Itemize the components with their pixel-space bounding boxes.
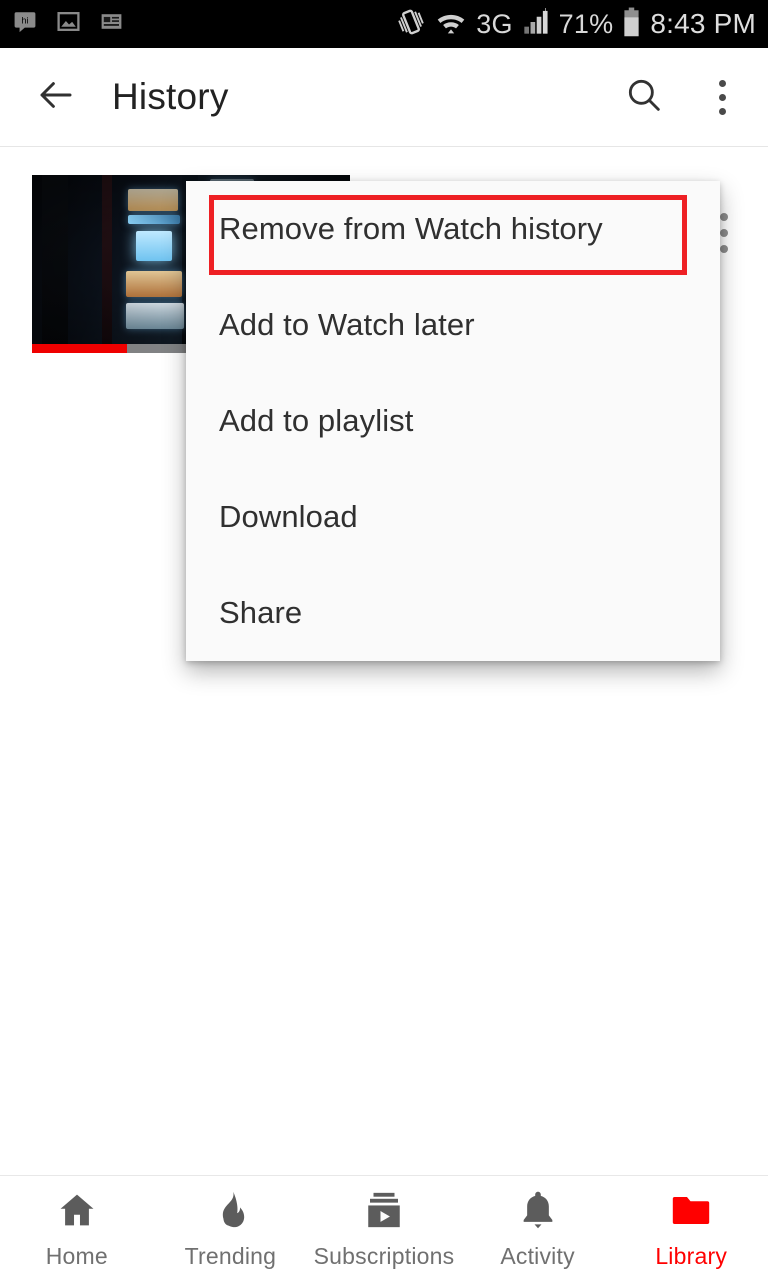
page-title: History: [112, 76, 229, 117]
search-button[interactable]: [614, 67, 674, 127]
more-vertical-icon: [720, 213, 728, 221]
hike-messenger-icon: hi: [12, 9, 38, 40]
network-type-label: 3G: [476, 8, 513, 39]
image-icon: [56, 9, 81, 39]
more-vertical-icon-dot: [720, 229, 728, 237]
app-bar: History: [0, 48, 768, 146]
more-vertical-icon-dot: [718, 107, 726, 115]
nav-label-trending: Trending: [184, 1243, 277, 1269]
status-bar: hi 3G 1 71% 8:43 PM: [0, 0, 768, 48]
overflow-menu-button[interactable]: [700, 67, 744, 127]
svg-text:hi: hi: [21, 15, 28, 25]
nav-label-home: Home: [45, 1243, 108, 1269]
status-bar-notifications: hi: [12, 9, 124, 40]
menu-item-download[interactable]: Download: [186, 469, 720, 565]
nav-item-home[interactable]: Home: [0, 1176, 154, 1280]
bell-icon: [517, 1187, 559, 1233]
context-menu-popup: Remove from Watch history Add to Watch l…: [186, 181, 720, 661]
folder-icon: [670, 1187, 712, 1233]
battery-icon: [622, 7, 641, 42]
svg-text:1: 1: [543, 8, 547, 14]
status-bar-system: 3G 1 71% 8:43 PM: [396, 6, 756, 42]
nav-label-subscriptions: Subscriptions: [313, 1243, 455, 1269]
more-vertical-icon: [718, 79, 726, 87]
menu-item-share[interactable]: Share: [186, 565, 720, 661]
app-bar-divider: [0, 146, 768, 147]
clock-label: 8:43 PM: [650, 8, 756, 39]
battery-percent-label: 71%: [558, 8, 614, 39]
subscriptions-icon: [363, 1187, 405, 1233]
watch-progress-fill: [32, 344, 128, 353]
nav-item-library[interactable]: Library: [614, 1176, 768, 1280]
signal-bars-icon: 1: [522, 6, 550, 41]
youtube-history-screen: hi 3G 1 71% 8:43 PM History Remove from …: [0, 0, 768, 1280]
more-vertical-icon-dot: [720, 245, 728, 253]
nav-item-trending[interactable]: Trending: [154, 1176, 308, 1280]
search-icon: [624, 75, 664, 120]
home-icon: [56, 1187, 98, 1233]
nav-label-activity: Activity: [500, 1243, 575, 1269]
vibrate-icon: [396, 7, 426, 42]
nav-item-activity[interactable]: Activity: [461, 1176, 615, 1280]
app-bar-actions: [614, 67, 768, 127]
back-button[interactable]: [28, 69, 84, 125]
nav-item-subscriptions[interactable]: Subscriptions: [307, 1176, 461, 1280]
more-vertical-icon-dot: [718, 93, 726, 101]
wifi-icon: [435, 9, 467, 40]
menu-item-remove-from-watch-history[interactable]: Remove from Watch history: [186, 181, 720, 277]
arrow-back-icon: [35, 74, 77, 121]
nav-label-library: Library: [655, 1243, 728, 1269]
news-card-icon: [99, 9, 124, 39]
bottom-navigation-bar: Home Trending Subscriptions Activity Lib…: [0, 1175, 768, 1280]
menu-item-add-to-watch-later[interactable]: Add to Watch later: [186, 277, 720, 373]
menu-item-add-to-playlist[interactable]: Add to playlist: [186, 373, 720, 469]
flame-icon: [209, 1187, 251, 1233]
